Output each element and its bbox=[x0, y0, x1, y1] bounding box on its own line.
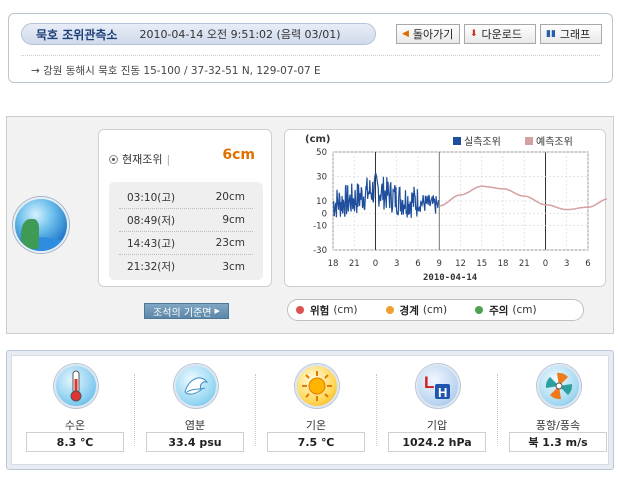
back-arrow-icon: ◀ bbox=[402, 29, 409, 39]
tide-info-box: 현재조위 | 6cm 03:10(고) 20cm 08:49(저) 9cm 14… bbox=[98, 129, 272, 287]
tide-chart-svg: (cm) 실측조위 예측조위 5030100-10-30 18 21 0 3 6 9 12 1… bbox=[305, 134, 607, 283]
x-tick-label: 6 bbox=[585, 259, 590, 269]
tide-panel: 현재조위 | 6cm 03:10(고) 20cm 08:49(저) 9cm 14… bbox=[6, 116, 614, 334]
x-tick-label: 15 bbox=[476, 259, 487, 269]
warning-dot-icon bbox=[385, 306, 394, 314]
y-tick-label: 30 bbox=[316, 173, 327, 183]
air-temperature-value: 7.5 ℃ bbox=[267, 432, 365, 452]
current-tide-label: 현재조위 bbox=[122, 153, 163, 166]
y-tick-label: 10 bbox=[316, 197, 327, 207]
pressure-value: 1024.2 hPa bbox=[388, 432, 486, 452]
arrow-right-icon: ▶ bbox=[214, 307, 220, 315]
back-button[interactable]: ◀ 돌아가기 bbox=[396, 24, 460, 44]
list-item: 08:49(저) 9cm bbox=[119, 209, 253, 232]
chart-x-ticks: 18 21 0 3 6 9 12 15 18 21 0 3 6 bbox=[328, 259, 591, 269]
salinity-value: 33.4 psu bbox=[146, 432, 244, 452]
current-tide-value: 6cm bbox=[222, 147, 255, 163]
svg-text:L: L bbox=[424, 373, 434, 392]
high-low-tide-list: 03:10(고) 20cm 08:49(저) 9cm 14:43(고) 23cm… bbox=[109, 182, 263, 280]
x-tick-label: 9 bbox=[437, 259, 442, 269]
salinity-icon bbox=[174, 364, 218, 408]
station-name: 묵호 조위관측소 bbox=[36, 27, 118, 42]
y-tick-label: -30 bbox=[313, 246, 327, 256]
x-tick-label: 21 bbox=[349, 259, 360, 269]
observation-datetime: 2010-04-14 오전 9:51:02 (음력 03/01) bbox=[139, 28, 341, 41]
radio-bullet-icon bbox=[109, 154, 118, 164]
water-temperature-label: 수온 bbox=[64, 419, 86, 432]
back-button-label: 돌아가기 bbox=[412, 28, 454, 41]
alert-level-legend: 위험 (cm) 경계 (cm) 주의 (cm) bbox=[287, 299, 584, 321]
bar-chart-icon: ▮▮ bbox=[546, 29, 556, 39]
y-tick-label: -10 bbox=[313, 222, 327, 232]
wind-value: 북 1.3 m/s bbox=[509, 432, 607, 452]
legend-item-danger: 위험 (cm) bbox=[296, 303, 358, 318]
wind-icon bbox=[537, 364, 581, 408]
download-icon: ⬇ bbox=[470, 29, 478, 39]
pressure-cell: LH 기압 1024.2 hPa bbox=[378, 356, 496, 466]
chart-grid bbox=[332, 151, 589, 251]
danger-dot-icon bbox=[296, 306, 304, 314]
x-tick-label: 21 bbox=[519, 259, 530, 269]
wind-cell: 풍향/풍속 북 1.3 m/s bbox=[499, 356, 617, 466]
salinity-label: 염분 bbox=[184, 419, 206, 432]
wind-label: 풍향/풍속 bbox=[535, 419, 581, 432]
x-tick-label: 12 bbox=[455, 259, 466, 269]
sun-icon bbox=[295, 364, 339, 408]
list-item: 21:32(저) 3cm bbox=[127, 260, 245, 274]
legend-item-warning: 경계 (cm) bbox=[385, 303, 447, 318]
weather-panel: 수온 8.3 ℃ 염분 33.4 psu 기온 7.5 ℃ LH 기압 1024… bbox=[6, 350, 614, 470]
y-tick-label: 50 bbox=[316, 148, 327, 158]
download-button-label: 다운로드 bbox=[481, 28, 523, 41]
x-tick-label: 18 bbox=[498, 259, 509, 269]
download-button[interactable]: ⬇ 다운로드 bbox=[464, 24, 536, 44]
station-title-bar: 묵호 조위관측소 2010-04-14 오전 9:51:02 (음력 03/01… bbox=[21, 23, 376, 45]
x-tick-label: 3 bbox=[394, 259, 399, 269]
caution-dot-icon bbox=[475, 306, 484, 314]
station-header: 묵호 조위관측소 2010-04-14 오전 9:51:02 (음력 03/01… bbox=[8, 13, 613, 83]
header-divider bbox=[21, 55, 600, 56]
x-tick-label: 3 bbox=[564, 259, 569, 269]
air-temperature-label: 기온 bbox=[305, 419, 327, 432]
legend-swatch-predicted bbox=[525, 137, 533, 145]
pressure-icon: LH bbox=[416, 364, 460, 408]
y-tick-label: 0 bbox=[322, 209, 327, 219]
list-item: 03:10(고) 20cm bbox=[119, 186, 253, 209]
x-tick-label: 0 bbox=[373, 259, 378, 269]
svg-text:H: H bbox=[438, 385, 447, 400]
list-item: 14:43(고) 23cm bbox=[119, 232, 253, 255]
water-temperature-cell: 수온 8.3 ℃ bbox=[16, 356, 134, 466]
legend-measured-label: 실측조위 bbox=[464, 135, 501, 148]
salinity-cell: 염분 33.4 psu bbox=[136, 356, 254, 466]
chart-unit-label: (cm) bbox=[305, 134, 331, 145]
tide-datum-button[interactable]: 조석의 기준면 ▶ bbox=[144, 303, 229, 319]
graph-button[interactable]: ▮▮ 그래프 bbox=[540, 24, 602, 44]
pressure-label: 기압 bbox=[426, 419, 448, 432]
chart-date-label: 2010-04-14 bbox=[423, 273, 478, 283]
thermometer-icon bbox=[54, 364, 98, 408]
x-tick-label: 18 bbox=[328, 259, 339, 269]
tide-globe-icon bbox=[13, 197, 69, 253]
legend-swatch-measured bbox=[453, 137, 461, 145]
legend-predicted-label: 예측조위 bbox=[536, 135, 573, 148]
water-temperature-value: 8.3 ℃ bbox=[26, 432, 124, 452]
tide-chart: (cm) 실측조위 예측조위 50 30 10 0 -10 -30 18 21 0 3 6 9 12 1… bbox=[284, 129, 607, 287]
x-tick-label: 6 bbox=[415, 259, 420, 269]
legend-item-caution: 주의 (cm) bbox=[475, 303, 537, 318]
graph-button-label: 그래프 bbox=[559, 28, 591, 41]
station-address: → 강원 동해시 묵호 진동 15-100 / 37-32-51 N, 129-… bbox=[31, 65, 321, 77]
x-tick-label: 0 bbox=[543, 259, 548, 269]
air-temperature-cell: 기온 7.5 ℃ bbox=[257, 356, 375, 466]
chart-y-ticks: 50 30 10 0 -10 -30 bbox=[313, 148, 327, 256]
